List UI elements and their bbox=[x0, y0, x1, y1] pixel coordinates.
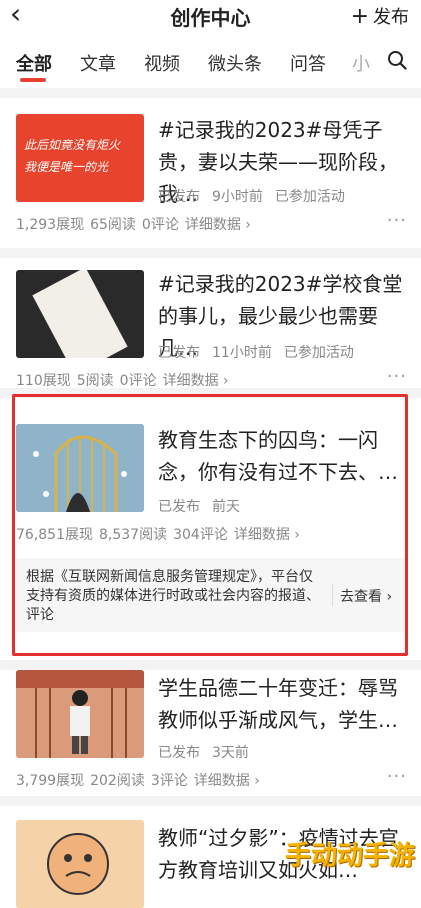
watermark-logo: 手动动手游 bbox=[284, 841, 415, 871]
article-status: 已发布 11小时前 已参加活动 bbox=[158, 345, 354, 361]
tab-overflow[interactable]: 小 bbox=[352, 50, 370, 76]
article-thumbnail bbox=[16, 820, 144, 908]
section-divider bbox=[0, 796, 421, 806]
article-status: 已发布 3天前 bbox=[158, 745, 249, 761]
article-thumbnail bbox=[16, 670, 144, 758]
article-thumbnail bbox=[16, 270, 144, 358]
tab-videos[interactable]: 视频 bbox=[144, 50, 180, 76]
article-stats: 1,293展现 65阅读 0评论 详细数据 › bbox=[16, 217, 251, 233]
cartoon-image bbox=[16, 820, 144, 908]
article-status: 已发布 9小时前 已参加活动 bbox=[158, 189, 345, 205]
section-divider bbox=[0, 248, 421, 258]
school-scene-image bbox=[16, 670, 144, 758]
tab-all[interactable]: 全部 bbox=[16, 50, 52, 76]
section-divider bbox=[0, 88, 421, 98]
more-options-icon[interactable]: ··· bbox=[387, 210, 407, 231]
plus-icon: + bbox=[350, 4, 369, 29]
article-stats: 3,799展现 202阅读 3评论 详细数据 › bbox=[16, 773, 260, 789]
article-stats: 110展现 5阅读 0评论 详细数据 › bbox=[16, 373, 229, 389]
publish-label: 发布 bbox=[373, 7, 409, 28]
header-bar: ‹ 创作中心 + 发布 bbox=[0, 0, 421, 30]
tab-micro-headlines[interactable]: 微头条 bbox=[208, 50, 262, 76]
detail-data-link[interactable]: 详细数据 › bbox=[185, 217, 251, 233]
publish-button[interactable]: + 发布 bbox=[351, 3, 409, 29]
more-options-icon[interactable]: ··· bbox=[387, 366, 407, 387]
section-divider bbox=[0, 660, 421, 670]
article-card[interactable]: 学生品德二十年变迁：辱骂教师似乎渐成风气，学生… 已发布 3天前 3,799展现 2… bbox=[0, 670, 421, 796]
highlight-box bbox=[12, 394, 408, 656]
tab-articles[interactable]: 文章 bbox=[80, 50, 116, 76]
detail-data-link[interactable]: 详细数据 › bbox=[194, 773, 260, 789]
tab-bar: 全部 文章 视频 微头条 问答 小 bbox=[0, 40, 421, 84]
article-card[interactable]: #记录我的2023#学校食堂的事儿，最少最少也需要几… 已发布 11小时前 已参加活… bbox=[0, 258, 421, 389]
thumbnail-caption: 此后如竟没有炬火 我便是唯一的光 bbox=[24, 138, 121, 174]
article-card[interactable]: 此后如竟没有炬火 我便是唯一的光 #记录我的2023#母凭子贵，妻以夫荣——现阶… bbox=[0, 98, 421, 248]
search-icon[interactable] bbox=[387, 50, 407, 70]
article-title[interactable]: 学生品德二十年变迁：辱骂教师似乎渐成风气，学生… bbox=[158, 672, 408, 736]
tab-qa[interactable]: 问答 bbox=[290, 50, 326, 76]
active-tab-indicator bbox=[20, 78, 46, 82]
paper-strip-image bbox=[32, 270, 128, 358]
more-options-icon[interactable]: ··· bbox=[387, 766, 407, 787]
article-thumbnail: 此后如竟没有炬火 我便是唯一的光 bbox=[16, 114, 144, 202]
detail-data-link[interactable]: 详细数据 › bbox=[163, 373, 229, 389]
